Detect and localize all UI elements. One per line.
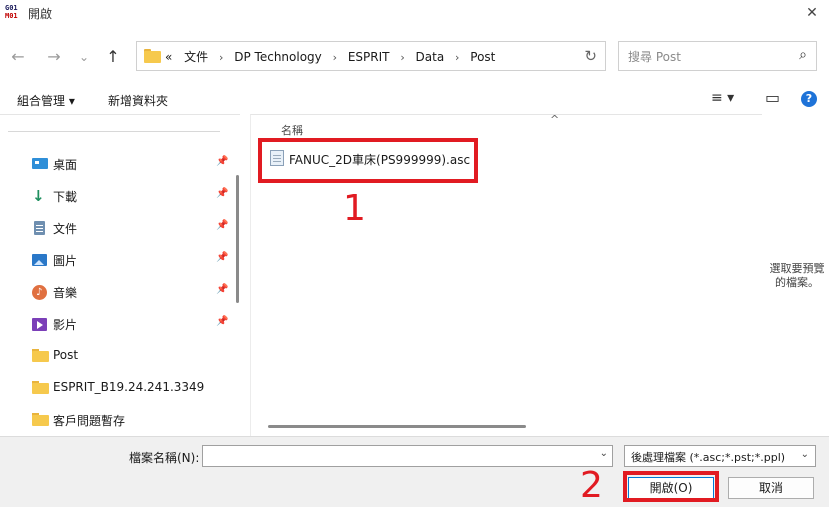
sidebar-item-esprit-build[interactable]: ESPRIT_B19.24.241.3349	[32, 377, 232, 399]
annotation-step-1: 1	[343, 188, 366, 229]
annotation-step-2: 2	[580, 465, 603, 506]
breadcrumb-overflow[interactable]: «	[165, 50, 172, 64]
folder-icon	[144, 49, 161, 63]
back-button[interactable]: ←	[6, 46, 30, 68]
folder-icon	[32, 381, 49, 394]
app-icon: G01 M01	[5, 4, 18, 20]
pin-icon[interactable]: 📌	[216, 220, 228, 231]
pictures-icon	[32, 252, 48, 268]
folder-icon	[32, 413, 49, 426]
chevron-right-icon[interactable]: ›	[219, 51, 223, 64]
sidebar-item-music[interactable]: ♪ 音樂 📌	[32, 281, 232, 303]
sidebar-item-customer-temp[interactable]: 客戶問題暫存	[32, 409, 232, 431]
documents-icon	[32, 220, 48, 236]
breadcrumb-item-post[interactable]: Post	[470, 50, 495, 64]
breadcrumb-item-data[interactable]: Data	[416, 50, 445, 64]
navigation-pane: 桌面 📌 ↓ 下載 📌 文件 📌 圖片 📌 ♪ 音樂 📌 影片 📌 Post E…	[0, 114, 240, 436]
sidebar-item-videos[interactable]: 影片 📌	[32, 313, 232, 335]
address-bar[interactable]: « 文件 › DP Technology › ESPRIT › Data › P…	[136, 41, 606, 71]
help-icon[interactable]: ?	[801, 91, 817, 107]
cancel-button[interactable]: 取消	[728, 477, 814, 499]
divider	[8, 131, 220, 132]
filename-input[interactable]: ⌄	[202, 445, 613, 467]
recent-locations-button[interactable]: ⌄	[72, 46, 96, 68]
filename-label: 檔案名稱(N):	[129, 451, 200, 465]
download-icon: ↓	[32, 187, 45, 205]
music-icon: ♪	[32, 284, 48, 300]
forward-button[interactable]: →	[42, 46, 66, 68]
pin-icon[interactable]: 📌	[216, 252, 228, 263]
search-icon[interactable]: ⌕	[799, 47, 807, 63]
refresh-icon[interactable]: ↻	[584, 47, 597, 65]
breadcrumb: « 文件 › DP Technology › ESPRIT › Data › P…	[165, 48, 495, 65]
window-title: 開啟	[28, 7, 53, 21]
sidebar-item-documents[interactable]: 文件 📌	[32, 217, 232, 239]
preview-message: 選取要預覽的檔案。	[769, 262, 825, 289]
view-options-icon[interactable]: ≡ ▾	[711, 90, 734, 106]
pin-icon[interactable]: 📌	[216, 316, 228, 327]
annotation-highlight-file	[258, 138, 478, 183]
organize-button[interactable]: 組合管理 ▾	[17, 92, 75, 109]
chevron-down-icon[interactable]: ⌄	[600, 448, 608, 459]
chevron-right-icon[interactable]: ›	[455, 51, 459, 64]
command-bar: 組合管理 ▾ 新增資料夾 ≡ ▾ ▭	[0, 86, 829, 114]
chevron-right-icon[interactable]: ›	[333, 51, 337, 64]
sidebar-scrollbar[interactable]	[236, 175, 239, 303]
up-button[interactable]: ↑	[101, 46, 125, 68]
sidebar-item-pictures[interactable]: 圖片 📌	[32, 249, 232, 271]
pin-icon[interactable]: 📌	[216, 156, 228, 167]
breadcrumb-item-dp-technology[interactable]: DP Technology	[234, 50, 322, 64]
desktop-icon	[32, 156, 48, 172]
sidebar-item-post[interactable]: Post	[32, 345, 232, 367]
filetype-value: 後處理檔案 (*.asc;*.pst;*.ppl)	[631, 451, 786, 464]
navigation-bar: ← → ⌄ ↑ « 文件 › DP Technology › ESPRIT › …	[0, 26, 829, 86]
title-bar: G01 M01 開啟 ✕	[0, 0, 829, 26]
videos-icon	[32, 316, 48, 332]
breadcrumb-item-esprit[interactable]: ESPRIT	[348, 50, 390, 64]
chevron-down-icon[interactable]: ⌄	[801, 449, 809, 460]
close-button[interactable]: ✕	[801, 3, 823, 23]
column-header-name[interactable]: 名稱	[281, 122, 303, 138]
sidebar-item-desktop[interactable]: 桌面 📌	[32, 153, 232, 175]
folder-icon	[32, 349, 49, 362]
search-placeholder: 搜尋 Post	[628, 50, 681, 64]
preview-pane-icon[interactable]: ▭	[765, 88, 780, 107]
pin-icon[interactable]: 📌	[216, 188, 228, 199]
chevron-right-icon[interactable]: ›	[400, 51, 404, 64]
sort-ascending-icon[interactable]: ^	[550, 113, 559, 126]
filetype-select[interactable]: 後處理檔案 (*.asc;*.pst;*.ppl) ⌄	[624, 445, 816, 467]
file-list-scrollbar[interactable]	[268, 425, 526, 428]
pin-icon[interactable]: 📌	[216, 284, 228, 295]
breadcrumb-item-documents[interactable]: 文件	[184, 50, 208, 64]
search-input[interactable]: 搜尋 Post ⌕	[618, 41, 817, 71]
annotation-highlight-open	[623, 471, 719, 502]
sidebar-item-downloads[interactable]: ↓ 下載 📌	[32, 185, 232, 207]
new-folder-button[interactable]: 新增資料夾	[108, 92, 168, 109]
